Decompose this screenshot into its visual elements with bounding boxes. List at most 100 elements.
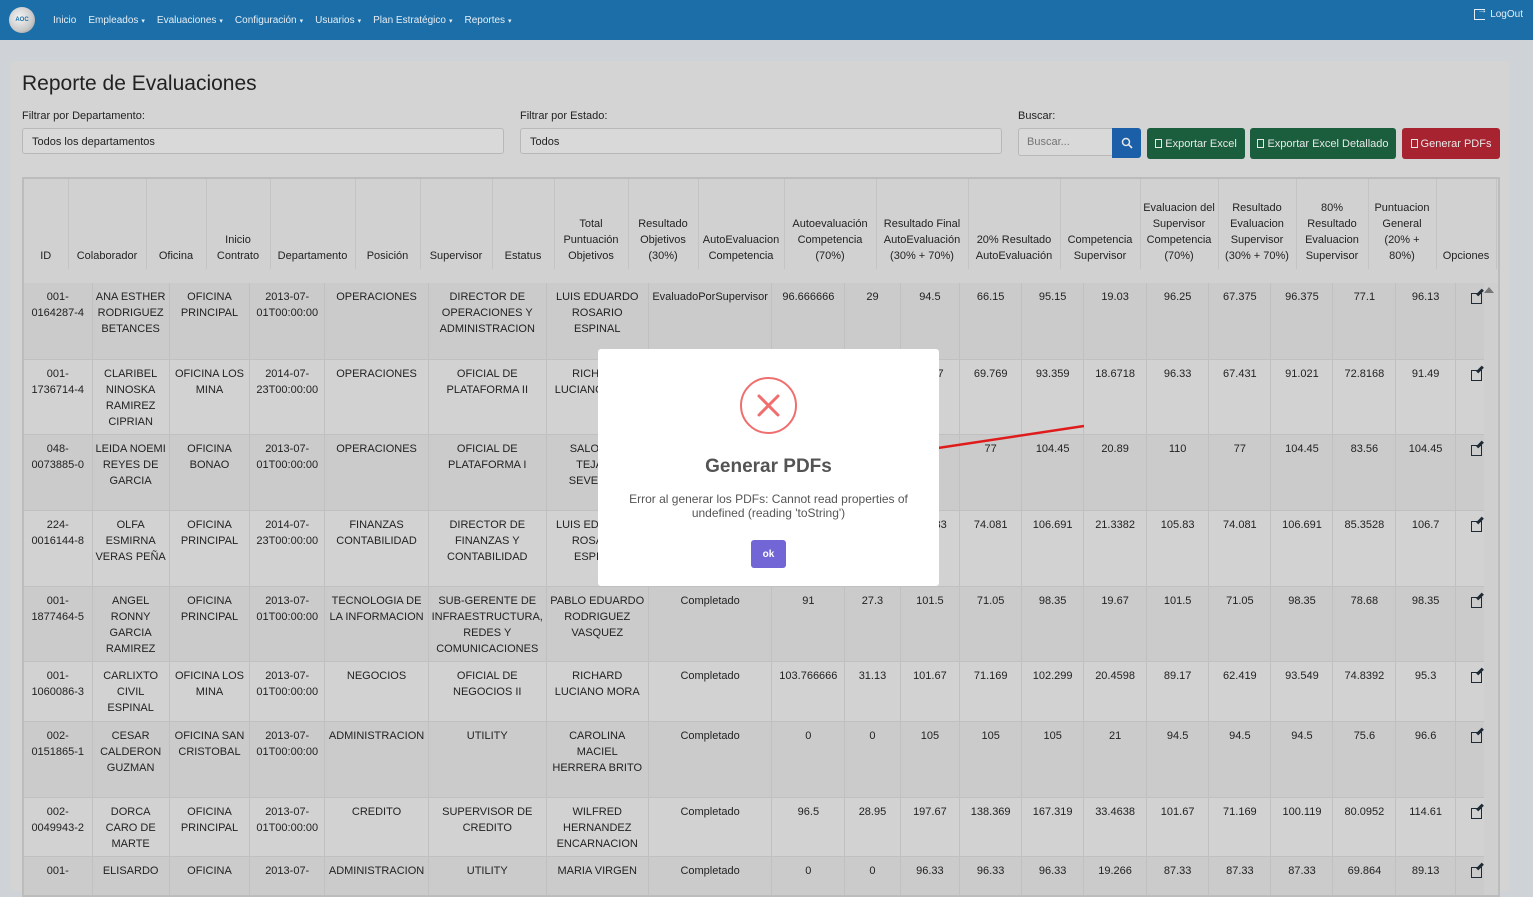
nav-item-label: Empleados [88, 14, 139, 26]
nav-item-evaluaciones[interactable]: Evaluaciones ▾ [157, 15, 223, 26]
nav-item-usuarios[interactable]: Usuarios ▾ [315, 15, 361, 26]
vertical-scrollbar[interactable] [1484, 283, 1498, 895]
table-cell: CAROLINA MACIEL HERRERA BRITO [546, 721, 649, 798]
column-header[interactable]: Resultado Objetivos (30%) [628, 179, 699, 269]
table-cell: EvaluadoPorSupervisor [648, 283, 773, 360]
column-header[interactable]: Autoevaluación Competencia (70%) [784, 179, 877, 269]
table-row[interactable]: 001-1877464-5 ANGEL RONNY GARCIA RAMIREZ O… [24, 586, 1498, 662]
table-cell: 87.33 [1208, 856, 1272, 895]
table-cell: 105 [959, 721, 1023, 798]
export-excel-detailed-button[interactable]: Exportar Excel Detallado [1250, 128, 1396, 159]
table-cell: ADMINISTRACION [324, 721, 429, 798]
table-cell: Completado [648, 661, 773, 722]
table-cell: 224-0016144-8 [24, 510, 93, 587]
edit-icon[interactable] [1470, 293, 1482, 304]
edit-icon[interactable] [1470, 731, 1482, 743]
column-header[interactable]: Total Puntuación Objetivos [554, 179, 629, 269]
edit-icon[interactable] [1470, 807, 1482, 819]
table-cell: MARIA VIRGEN [546, 856, 649, 895]
table-cell: 001- [24, 856, 93, 895]
column-header[interactable]: AutoEvaluacion Competencia [698, 179, 785, 269]
table-cell: WILFRED HERNANDEZ ENCARNACION [546, 797, 649, 857]
table-cell: 89.17 [1146, 661, 1210, 722]
column-header[interactable]: Puntuacion General (20% + 80%) [1368, 179, 1437, 269]
column-header[interactable]: Estatus [492, 179, 555, 269]
edit-icon[interactable] [1470, 671, 1482, 683]
column-header[interactable]: Colaborador [68, 179, 147, 269]
column-header[interactable]: Oficina [146, 179, 207, 269]
column-header[interactable]: Evaluacion del Supervisor Competencia (7… [1140, 179, 1219, 269]
table-cell: 94.5 [1208, 721, 1272, 798]
table-cell: 71.169 [1208, 797, 1272, 857]
column-header[interactable]: Opciones [1436, 179, 1497, 269]
chevron-down-icon: ▾ [448, 17, 453, 25]
filter-department-select[interactable]: Todos los departamentos [22, 128, 504, 154]
table-cell: 001-1736714-4 [24, 359, 93, 435]
table-cell: 96.33 [1021, 856, 1085, 895]
edit-icon[interactable] [1470, 520, 1482, 532]
chevron-down-icon: ▾ [141, 17, 145, 25]
nav-item-inicio[interactable]: Inicio [53, 15, 76, 26]
table-cell: CREDITO [324, 797, 429, 857]
column-header[interactable]: Supervisor [420, 179, 493, 269]
logout-link[interactable]: LogOut [1474, 5, 1523, 20]
edit-icon[interactable] [1470, 596, 1482, 608]
nav-item-reportes[interactable]: Reportes ▾ [464, 15, 511, 26]
table-cell: CARLIXTO CIVIL ESPINAL [92, 661, 170, 722]
logo-icon[interactable]: AOC [9, 7, 35, 33]
table-cell: 101.5 [1146, 586, 1210, 662]
table-cell: 110 [1146, 434, 1210, 511]
nav-item-configuraci-n[interactable]: Configuración ▾ [235, 15, 303, 26]
export-excel-button[interactable]: Exportar Excel [1147, 128, 1245, 159]
table-row[interactable]: 002-0049943-2 DORCA CARO DE MARTE OFICINA … [24, 797, 1498, 857]
table-row[interactable]: 001-1060086-3 CARLIXTO CIVIL ESPINAL OFICI… [24, 661, 1498, 722]
table-row[interactable]: 002-0151865-1 CESAR CALDERON GUZMAN OFICIN… [24, 721, 1498, 798]
column-header[interactable]: 80% Resultado Evaluacion Supervisor [1296, 179, 1369, 269]
search-button[interactable] [1112, 128, 1141, 158]
table-cell: 138.369 [959, 797, 1023, 857]
table-cell: 74.8392 [1332, 661, 1397, 722]
filter-state-select[interactable]: Todos [520, 128, 1002, 154]
column-header[interactable]: Resultado Evaluacion Supervisor (30% + 7… [1218, 179, 1297, 269]
edit-icon[interactable] [1470, 369, 1482, 381]
scroll-up-arrow[interactable] [1484, 287, 1494, 293]
column-header[interactable]: Competencia Supervisor [1060, 179, 1141, 269]
table-cell: 197.67 [900, 797, 961, 857]
table-cell: 77.1 [1332, 283, 1397, 360]
search-input[interactable] [1018, 128, 1113, 156]
edit-icon[interactable] [1470, 444, 1482, 456]
column-header[interactable]: ID [24, 179, 69, 269]
table-cell: 102.299 [1021, 661, 1085, 722]
table-cell: 0 [844, 856, 901, 895]
table-cell: 101.67 [900, 661, 961, 722]
table-cell: 167.319 [1021, 797, 1085, 857]
column-header[interactable]: 20% Resultado AutoEvaluación [968, 179, 1061, 269]
table-cell: OPERACIONES [324, 283, 429, 360]
edit-icon[interactable] [1470, 866, 1482, 878]
column-header[interactable]: Departamento [270, 179, 356, 269]
search-icon [1121, 137, 1133, 149]
table-cell: 2013-07-01T00:00:00 [249, 586, 326, 662]
nav-item-plan-estrat-gico[interactable]: Plan Estratégico ▾ [373, 15, 452, 26]
table-cell: 71.05 [959, 586, 1023, 662]
table-row[interactable]: 001-0164287-4 ANA ESTHER RODRIGUEZ BETANC… [24, 283, 1498, 360]
table-cell: 98.35 [1270, 586, 1334, 662]
table-cell: OFICINA SAN CRISTOBAL [169, 721, 251, 798]
column-header[interactable]: Resultado Final AutoEvaluación (30% + 70… [876, 179, 969, 269]
table-cell: Completado [648, 721, 773, 798]
table-cell: DIRECTOR DE FINANZAS Y CONTABILIDAD [428, 510, 547, 587]
table-cell: 103.766666 [771, 661, 846, 722]
column-header[interactable]: Posición [355, 179, 421, 269]
nav-item-label: Usuarios [315, 14, 355, 26]
table-cell: OFICINA [169, 856, 251, 895]
nav-item-empleados[interactable]: Empleados ▾ [88, 15, 145, 26]
table-row[interactable]: 001- ELISARDO OFICINA 2013-07- ADMINISTRACIO… [24, 856, 1498, 895]
column-header[interactable]: Inicio Contrato [206, 179, 271, 269]
table-cell: 105 [1021, 721, 1085, 798]
ok-button[interactable]: ok [751, 540, 786, 568]
table-cell: OFICIAL DE NEGOCIOS II [428, 661, 547, 722]
table-cell: 18.6718 [1083, 359, 1148, 435]
table-cell: 85.3528 [1332, 510, 1397, 587]
table-cell: 104.45 [1270, 434, 1334, 511]
generate-pdfs-button[interactable]: Generar PDFs [1402, 128, 1500, 159]
